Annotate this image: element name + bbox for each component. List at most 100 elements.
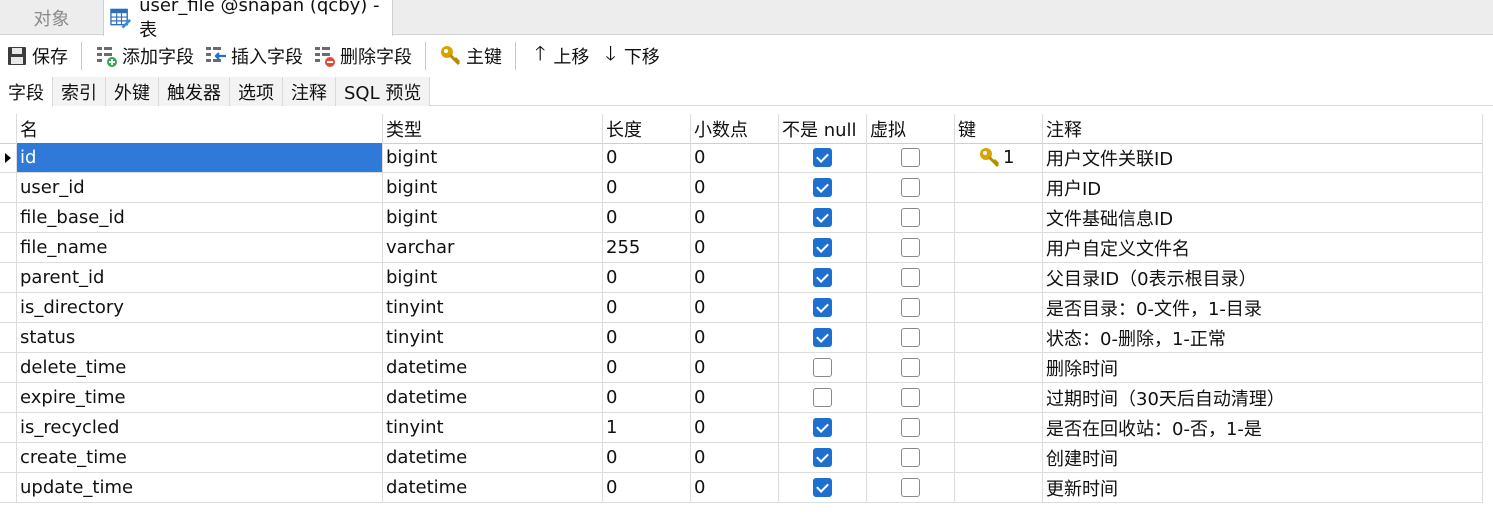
tab-table-design[interactable]: user_file @snapan (qcby) - 表 (103, 0, 393, 41)
table-row[interactable]: status tinyint 0 0 状态：0-删除，1-正常 (0, 323, 1483, 353)
field-type-cell[interactable]: datetime (383, 383, 603, 413)
insert-field-button[interactable]: 插入字段 (199, 39, 308, 73)
field-length-cell[interactable]: 255 (603, 233, 691, 263)
virtual-checkbox[interactable] (901, 448, 920, 467)
not-null-checkbox[interactable] (813, 148, 832, 167)
row-indicator[interactable] (0, 383, 17, 413)
virtual-checkbox[interactable] (901, 178, 920, 197)
field-key-cell[interactable] (955, 473, 1043, 503)
table-row[interactable]: user_id bigint 0 0 用户ID (0, 173, 1483, 203)
field-type-cell[interactable]: tinyint (383, 413, 603, 443)
field-type-cell[interactable]: datetime (383, 473, 603, 503)
field-type-cell[interactable]: tinyint (383, 293, 603, 323)
field-decimals-cell[interactable]: 0 (691, 263, 779, 293)
field-decimals-cell[interactable]: 0 (691, 143, 779, 173)
not-null-checkbox[interactable] (813, 448, 832, 467)
table-row[interactable]: delete_time datetime 0 0 删除时间 (0, 353, 1483, 383)
field-key-cell[interactable] (955, 263, 1043, 293)
virtual-checkbox[interactable] (901, 418, 920, 437)
table-row[interactable]: file_base_id bigint 0 0 文件基础信息ID (0, 203, 1483, 233)
field-decimals-cell[interactable]: 0 (691, 473, 779, 503)
field-decimals-cell[interactable]: 0 (691, 383, 779, 413)
virtual-checkbox[interactable] (901, 238, 920, 257)
field-comment-cell[interactable]: 用户ID (1043, 173, 1483, 203)
not-null-checkbox[interactable] (813, 178, 832, 197)
row-indicator[interactable] (0, 203, 17, 233)
field-name-cell[interactable]: id (17, 143, 383, 173)
header-length[interactable]: 长度 (603, 114, 691, 144)
row-indicator[interactable] (0, 143, 17, 173)
field-type-cell[interactable]: bigint (383, 143, 603, 173)
field-length-cell[interactable]: 0 (603, 173, 691, 203)
field-key-cell[interactable] (955, 383, 1043, 413)
row-indicator[interactable] (0, 323, 17, 353)
table-row[interactable]: parent_id bigint 0 0 父目录ID（0表示根目录） (0, 263, 1483, 293)
field-name-cell[interactable]: status (17, 323, 383, 353)
field-name-cell[interactable]: is_recycled (17, 413, 383, 443)
not-null-checkbox[interactable] (813, 328, 832, 347)
field-decimals-cell[interactable]: 0 (691, 203, 779, 233)
row-indicator[interactable] (0, 413, 17, 443)
field-key-cell[interactable] (955, 173, 1043, 203)
virtual-checkbox[interactable] (901, 208, 920, 227)
field-type-cell[interactable]: datetime (383, 353, 603, 383)
header-type[interactable]: 类型 (383, 114, 603, 144)
field-length-cell[interactable]: 0 (603, 293, 691, 323)
field-type-cell[interactable]: bigint (383, 173, 603, 203)
field-name-cell[interactable]: update_time (17, 473, 383, 503)
header-decimals[interactable]: 小数点 (691, 114, 779, 144)
field-key-cell[interactable] (955, 233, 1043, 263)
field-key-cell[interactable] (955, 203, 1043, 233)
field-comment-cell[interactable]: 创建时间 (1043, 443, 1483, 473)
field-name-cell[interactable]: user_id (17, 173, 383, 203)
not-null-checkbox[interactable] (813, 238, 832, 257)
table-row[interactable]: create_time datetime 0 0 创建时间 (0, 443, 1483, 473)
field-type-cell[interactable]: bigint (383, 263, 603, 293)
field-type-cell[interactable]: varchar (383, 233, 603, 263)
field-key-cell[interactable]: 1 (955, 143, 1043, 173)
field-type-cell[interactable]: bigint (383, 203, 603, 233)
primary-key-button[interactable]: 主键 (434, 39, 507, 73)
field-comment-cell[interactable]: 是否在回收站：0-否，1-是 (1043, 413, 1483, 443)
not-null-checkbox[interactable] (813, 478, 832, 497)
virtual-checkbox[interactable] (901, 148, 920, 167)
not-null-checkbox[interactable] (813, 298, 832, 317)
row-indicator[interactable] (0, 293, 17, 323)
field-length-cell[interactable]: 0 (603, 143, 691, 173)
subtab-comment[interactable]: 注释 (283, 77, 336, 106)
field-name-cell[interactable]: is_directory (17, 293, 383, 323)
row-indicator[interactable] (0, 353, 17, 383)
header-virtual[interactable]: 虚拟 (867, 114, 955, 144)
field-comment-cell[interactable]: 文件基础信息ID (1043, 203, 1483, 233)
field-length-cell[interactable]: 1 (603, 413, 691, 443)
field-length-cell[interactable]: 0 (603, 353, 691, 383)
field-decimals-cell[interactable]: 0 (691, 413, 779, 443)
field-length-cell[interactable]: 0 (603, 323, 691, 353)
field-length-cell[interactable]: 0 (603, 443, 691, 473)
field-decimals-cell[interactable]: 0 (691, 323, 779, 353)
field-comment-cell[interactable]: 状态：0-删除，1-正常 (1043, 323, 1483, 353)
field-name-cell[interactable]: delete_time (17, 353, 383, 383)
subtab-triggers[interactable]: 触发器 (159, 77, 230, 106)
table-row[interactable]: file_name varchar 255 0 用户自定义文件名 (0, 233, 1483, 263)
field-comment-cell[interactable]: 更新时间 (1043, 473, 1483, 503)
field-name-cell[interactable]: expire_time (17, 383, 383, 413)
field-decimals-cell[interactable]: 0 (691, 233, 779, 263)
field-comment-cell[interactable]: 过期时间（30天后自动清理） (1043, 383, 1483, 413)
header-comment[interactable]: 注释 (1043, 114, 1483, 144)
subtab-indexes[interactable]: 索引 (53, 77, 106, 106)
virtual-checkbox[interactable] (901, 268, 920, 287)
field-key-cell[interactable] (955, 323, 1043, 353)
save-button[interactable]: 保存 (0, 39, 73, 73)
field-comment-cell[interactable]: 删除时间 (1043, 353, 1483, 383)
row-indicator[interactable] (0, 263, 17, 293)
header-key[interactable]: 键 (955, 114, 1043, 144)
field-decimals-cell[interactable]: 0 (691, 293, 779, 323)
not-null-checkbox[interactable] (813, 388, 832, 407)
field-decimals-cell[interactable]: 0 (691, 173, 779, 203)
move-down-button[interactable]: 🡓 下移 (594, 39, 664, 73)
field-key-cell[interactable] (955, 413, 1043, 443)
field-type-cell[interactable]: tinyint (383, 323, 603, 353)
field-length-cell[interactable]: 0 (603, 263, 691, 293)
not-null-checkbox[interactable] (813, 268, 832, 287)
